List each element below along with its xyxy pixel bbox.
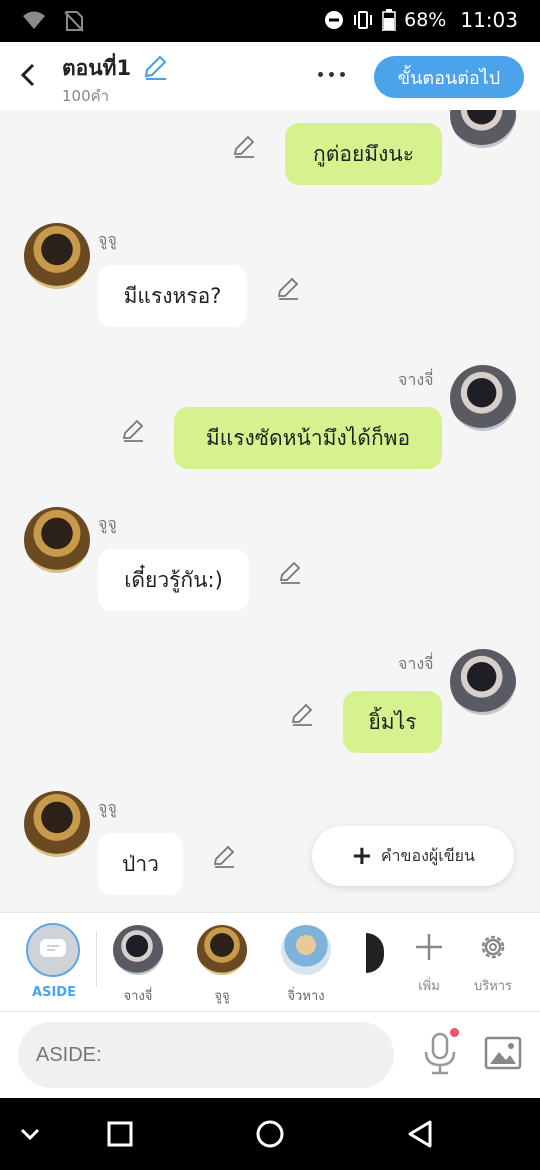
add-label: เพิ่ม: [418, 979, 440, 994]
square-icon: [107, 1121, 133, 1147]
pencil-icon: [213, 845, 235, 868]
nav-recents-button[interactable]: [102, 1116, 138, 1152]
manage-label: บริหาร: [473, 979, 513, 994]
nav-home-button[interactable]: [252, 1116, 288, 1152]
back-button[interactable]: [14, 60, 42, 90]
edit-message-button[interactable]: [278, 560, 302, 584]
do-not-disturb-icon: [325, 11, 344, 29]
voice-input-button[interactable]: [420, 1032, 460, 1076]
chapter-title: ตอนที่1: [62, 56, 132, 80]
speaker-name: จูจู: [98, 514, 117, 533]
message-bubble[interactable]: ยิ้มไร: [343, 691, 442, 753]
pencil-icon: [279, 561, 301, 584]
word-count: 100คำ: [62, 87, 110, 105]
character-partial[interactable]: [366, 933, 384, 973]
plus-icon: +: [351, 841, 373, 871]
wifi-icon: [23, 11, 45, 29]
header: ตอนที่1 100คำ ขั้นตอนต่อไป: [0, 42, 540, 110]
system-nav-bar: [0, 1098, 540, 1170]
edit-message-button[interactable]: [121, 418, 145, 442]
edit-title-button[interactable]: [142, 54, 168, 81]
next-step-button[interactable]: ขั้นตอนต่อไป: [374, 56, 524, 98]
chat-area[interactable]: กูต่อยมึงนะ จูจู มีแรงหรอ? จางจี่ มีแรงซ…: [0, 110, 540, 912]
triangle-back-icon: [408, 1120, 432, 1148]
back-arrow-icon: [21, 63, 35, 87]
avatar[interactable]: [450, 110, 516, 148]
character-juju[interactable]: [197, 925, 247, 975]
edit-message-button[interactable]: [212, 844, 236, 868]
avatar[interactable]: [24, 223, 90, 289]
message-bubble[interactable]: มีแรงหรอ?: [98, 265, 247, 327]
aside-label: ASIDE: [32, 985, 76, 1000]
pencil-icon: [291, 703, 313, 726]
nav-back-button[interactable]: [402, 1116, 438, 1152]
edit-message-button[interactable]: [290, 702, 314, 726]
divider: [96, 931, 97, 987]
edit-message-button[interactable]: [232, 134, 256, 158]
circle-icon: [256, 1120, 284, 1148]
gear-icon: [481, 935, 505, 959]
message-bubble[interactable]: กูต่อยมึงนะ: [285, 123, 442, 185]
vibrate-icon: [354, 11, 373, 29]
chevron-down-icon: [20, 1128, 40, 1141]
chat-bubble-icon: [40, 939, 66, 957]
character-jiuhang[interactable]: [281, 925, 331, 975]
add-character-button[interactable]: [409, 927, 449, 967]
character-label: จางจี่: [123, 989, 153, 1004]
pencil-icon: [233, 135, 255, 158]
speaker-name: จางจี่: [398, 370, 434, 389]
message-bubble[interactable]: ป่าว: [98, 833, 183, 895]
clock: 11:03: [460, 8, 518, 32]
avatar[interactable]: [450, 365, 516, 431]
message-bubble[interactable]: มีแรงซัดหน้ามึงได้ก็พอ: [174, 407, 442, 469]
speaker-name: จูจู: [98, 230, 117, 249]
insert-image-button[interactable]: [484, 1034, 522, 1072]
character-label: จิ่วหาง: [287, 989, 325, 1004]
no-sim-icon: [64, 11, 84, 32]
avatar[interactable]: [450, 649, 516, 715]
edit-message-button[interactable]: [276, 276, 300, 300]
speaker-name: จางจี่: [398, 654, 434, 673]
dot-icon: [340, 72, 345, 77]
dot-icon: [318, 72, 323, 77]
input-bar: [0, 1012, 540, 1098]
speaker-name: จูจู: [98, 798, 117, 817]
avatar[interactable]: [24, 507, 90, 573]
pencil-icon: [277, 277, 299, 300]
aside-character-button[interactable]: [26, 923, 80, 977]
message-bubble[interactable]: เดี๋ยวรู้กัน:): [98, 549, 249, 611]
author-note-button[interactable]: + คำของผู้เขียน: [312, 826, 514, 886]
status-bar: 68% 11:03: [0, 0, 540, 42]
dot-icon: [329, 72, 334, 77]
battery-icon: [382, 9, 396, 31]
avatar[interactable]: [24, 791, 90, 857]
recording-indicator: [450, 1028, 459, 1037]
plus-icon: [416, 934, 442, 960]
author-note-label: คำของผู้เขียน: [380, 845, 475, 865]
nav-collapse-button[interactable]: [12, 1116, 48, 1152]
character-label: จูจู: [214, 989, 230, 1004]
character-jangji[interactable]: [113, 925, 163, 975]
microphone-icon: [424, 1032, 456, 1075]
pencil-icon: [122, 419, 144, 442]
message-input[interactable]: [18, 1022, 394, 1088]
image-icon: [484, 1036, 522, 1070]
more-options-button[interactable]: [318, 72, 345, 77]
manage-characters-button[interactable]: [473, 927, 513, 967]
character-bar: ASIDE จางจี่ จูจู จิ่วหาง เพิ่ม บริหาร: [0, 912, 540, 1012]
battery-percent: 68%: [404, 9, 447, 31]
pencil-icon: [144, 55, 167, 81]
